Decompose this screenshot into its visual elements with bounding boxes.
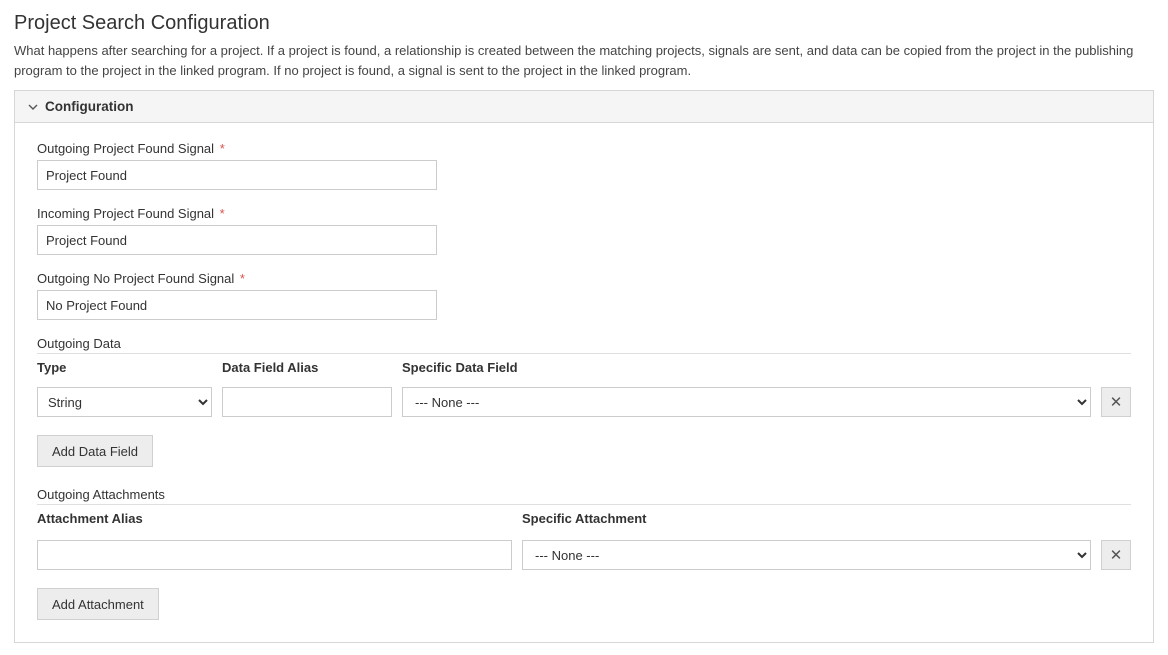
remove-attachment-row-button[interactable]: ✕: [1101, 540, 1131, 570]
close-icon: ✕: [1110, 546, 1123, 564]
outgoing-found-input[interactable]: [37, 160, 437, 190]
header-attach-specific: Specific Attachment: [522, 511, 1131, 526]
add-data-field-button[interactable]: Add Data Field: [37, 435, 153, 467]
incoming-found-group: Incoming Project Found Signal *: [37, 206, 1131, 255]
outgoing-found-label: Outgoing Project Found Signal *: [37, 141, 1131, 156]
outgoing-attachments-block: Outgoing Attachments Attachment Alias Sp…: [37, 487, 1131, 620]
outgoing-not-found-input[interactable]: [37, 290, 437, 320]
page-title: Project Search Configuration: [14, 12, 1154, 35]
data-alias-input[interactable]: [222, 387, 392, 417]
attachment-alias-input[interactable]: [37, 540, 512, 570]
panel-title: Configuration: [45, 99, 133, 114]
outgoing-data-label: Outgoing Data: [37, 336, 1131, 351]
incoming-found-label: Incoming Project Found Signal *: [37, 206, 1131, 221]
attachments-header: Attachment Alias Specific Attachment: [37, 511, 1131, 526]
header-attach-alias: Attachment Alias: [37, 511, 512, 526]
specific-data-select[interactable]: --- None ---: [402, 387, 1091, 417]
divider: [37, 353, 1131, 354]
required-marker: *: [240, 271, 245, 286]
outgoing-not-found-label-text: Outgoing No Project Found Signal: [37, 271, 234, 286]
outgoing-not-found-label: Outgoing No Project Found Signal *: [37, 271, 1131, 286]
configuration-panel-body: Outgoing Project Found Signal * Incoming…: [15, 123, 1153, 642]
header-type: Type: [37, 360, 212, 375]
outgoing-found-label-text: Outgoing Project Found Signal: [37, 141, 214, 156]
data-row: String --- None --- ✕: [37, 387, 1131, 417]
header-alias: Data Field Alias: [222, 360, 392, 375]
configuration-panel-header[interactable]: Configuration: [15, 91, 1153, 123]
outgoing-found-group: Outgoing Project Found Signal *: [37, 141, 1131, 190]
required-marker: *: [220, 206, 225, 221]
required-marker: *: [220, 141, 225, 156]
divider: [37, 504, 1131, 505]
header-specific: Specific Data Field: [402, 360, 1131, 375]
configuration-panel: Configuration Outgoing Project Found Sig…: [14, 90, 1154, 643]
attachment-row: --- None --- ✕: [37, 540, 1131, 570]
specific-attachment-select[interactable]: --- None ---: [522, 540, 1091, 570]
remove-data-row-button[interactable]: ✕: [1101, 387, 1131, 417]
add-attachment-button[interactable]: Add Attachment: [37, 588, 159, 620]
close-icon: ✕: [1110, 393, 1123, 411]
chevron-down-icon: [27, 101, 39, 113]
type-select[interactable]: String: [37, 387, 212, 417]
incoming-found-label-text: Incoming Project Found Signal: [37, 206, 214, 221]
outgoing-data-header: Type Data Field Alias Specific Data Fiel…: [37, 360, 1131, 375]
page-description: What happens after searching for a proje…: [14, 41, 1154, 80]
incoming-found-input[interactable]: [37, 225, 437, 255]
outgoing-not-found-group: Outgoing No Project Found Signal *: [37, 271, 1131, 320]
outgoing-attachments-label: Outgoing Attachments: [37, 487, 1131, 502]
